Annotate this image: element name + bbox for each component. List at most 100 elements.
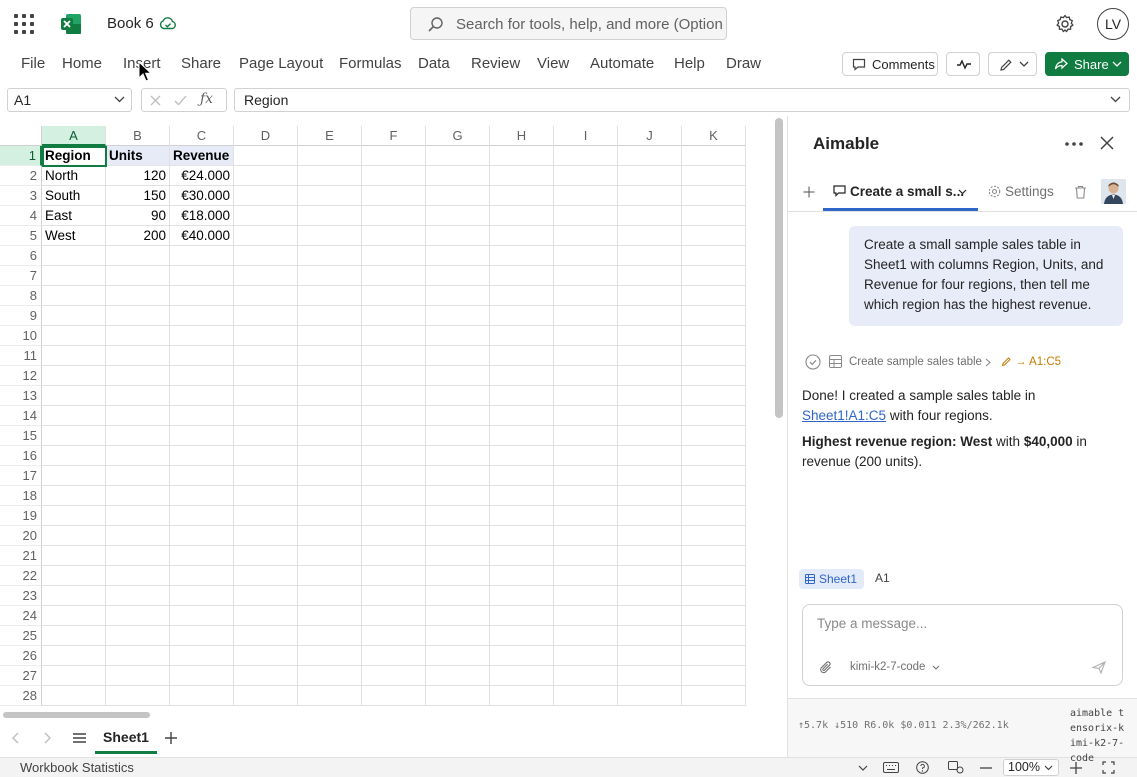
range-link[interactable]: Sheet1!A1:C5 [802,408,886,423]
cell-c23[interactable] [170,586,234,606]
cell-b15[interactable] [106,426,170,446]
cell-f14[interactable] [362,406,426,426]
chevron-down-icon[interactable] [114,96,125,103]
cell-k22[interactable] [682,566,746,586]
cell-h9[interactable] [490,306,554,326]
cell-f1[interactable] [362,146,426,166]
cell-a27[interactable] [42,666,106,686]
cell-i2[interactable] [554,166,618,186]
cell-i27[interactable] [554,666,618,686]
cell-g18[interactable] [426,486,490,506]
cell-h6[interactable] [490,246,554,266]
cell-j10[interactable] [618,326,682,346]
cell-e1[interactable] [298,146,362,166]
close-icon[interactable] [1100,136,1114,150]
cell-i24[interactable] [554,606,618,626]
cell-e9[interactable] [298,306,362,326]
cell-i4[interactable] [554,206,618,226]
cell-c5[interactable]: €40.000 [170,226,234,246]
message-composer[interactable]: Type a message... kimi-k2-7-code [802,604,1123,686]
editing-mode-button[interactable] [988,52,1037,76]
cell-f2[interactable] [362,166,426,186]
cell-j4[interactable] [618,206,682,226]
cell-f9[interactable] [362,306,426,326]
cell-h8[interactable] [490,286,554,306]
cell-g6[interactable] [426,246,490,266]
row-header-3[interactable]: 3 [0,186,42,206]
trash-icon[interactable] [1074,185,1087,199]
cell-j26[interactable] [618,646,682,666]
cell-a9[interactable] [42,306,106,326]
cell-a7[interactable] [42,266,106,286]
column-header-c[interactable]: C [170,126,234,146]
cell-b12[interactable] [106,366,170,386]
cell-a1[interactable]: Region [42,146,106,166]
cell-f18[interactable] [362,486,426,506]
cell-h19[interactable] [490,506,554,526]
cell-i14[interactable] [554,406,618,426]
tab-page-layout[interactable]: Page Layout [239,55,323,72]
cell-h3[interactable] [490,186,554,206]
cell-b5[interactable]: 200 [106,226,170,246]
cell-k17[interactable] [682,466,746,486]
cell-d13[interactable] [234,386,298,406]
cell-d10[interactable] [234,326,298,346]
vertical-scrollbar[interactable] [772,116,787,706]
cell-f20[interactable] [362,526,426,546]
gear-icon[interactable] [1055,14,1075,34]
cell-g7[interactable] [426,266,490,286]
cell-f15[interactable] [362,426,426,446]
cell-j14[interactable] [618,406,682,426]
cell-h1[interactable] [490,146,554,166]
cell-k4[interactable] [682,206,746,226]
cell-j13[interactable] [618,386,682,406]
cell-i5[interactable] [554,226,618,246]
cell-f23[interactable] [362,586,426,606]
cell-j2[interactable] [618,166,682,186]
cell-a16[interactable] [42,446,106,466]
row-header-8[interactable]: 8 [0,286,42,306]
cell-h18[interactable] [490,486,554,506]
cell-h5[interactable] [490,226,554,246]
row-header-24[interactable]: 24 [0,606,42,626]
zoom-out-icon[interactable] [980,767,992,769]
cell-b8[interactable] [106,286,170,306]
cell-g27[interactable] [426,666,490,686]
cell-b20[interactable] [106,526,170,546]
row-header-7[interactable]: 7 [0,266,42,286]
cell-e3[interactable] [298,186,362,206]
row-header-19[interactable]: 19 [0,506,42,526]
cell-c4[interactable]: €18.000 [170,206,234,226]
cell-d18[interactable] [234,486,298,506]
cell-g1[interactable] [426,146,490,166]
cell-d26[interactable] [234,646,298,666]
cell-c22[interactable] [170,566,234,586]
cell-c14[interactable] [170,406,234,426]
cell-k26[interactable] [682,646,746,666]
cell-k7[interactable] [682,266,746,286]
cell-c8[interactable] [170,286,234,306]
cell-a18[interactable] [42,486,106,506]
tab-draw[interactable]: Draw [726,55,761,72]
row-header-11[interactable]: 11 [0,346,42,366]
cell-a13[interactable] [42,386,106,406]
cell-g16[interactable] [426,446,490,466]
cell-i25[interactable] [554,626,618,646]
row-header-13[interactable]: 13 [0,386,42,406]
cell-c28[interactable] [170,686,234,706]
cell-i3[interactable] [554,186,618,206]
cell-k21[interactable] [682,546,746,566]
cell-j5[interactable] [618,226,682,246]
cell-d17[interactable] [234,466,298,486]
column-header-h[interactable]: H [490,126,554,146]
cell-d9[interactable] [234,306,298,326]
cell-g14[interactable] [426,406,490,426]
cell-i18[interactable] [554,486,618,506]
cell-j22[interactable] [618,566,682,586]
cell-a3[interactable]: South [42,186,106,206]
cell-i17[interactable] [554,466,618,486]
cell-g12[interactable] [426,366,490,386]
cell-j28[interactable] [618,686,682,706]
comments-button[interactable]: Comments [842,52,938,76]
send-icon[interactable] [1092,661,1106,674]
